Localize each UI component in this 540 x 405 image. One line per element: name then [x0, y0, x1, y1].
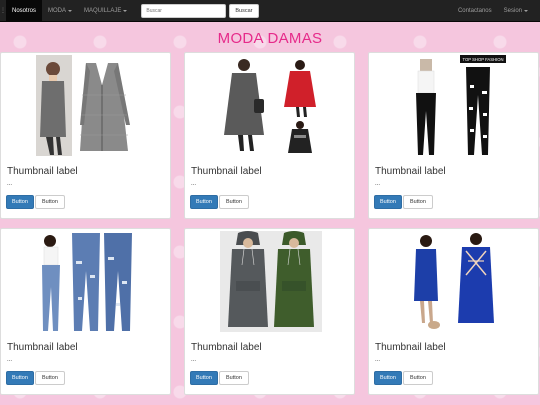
thumbnail-label: Thumbnail label	[191, 166, 262, 177]
primary-button[interactable]: Button	[190, 195, 218, 209]
secondary-button[interactable]: Button	[219, 371, 249, 385]
secondary-button[interactable]: Button	[403, 195, 433, 209]
caret-down-icon	[68, 9, 73, 12]
nav-item-label: Nosotros	[12, 7, 37, 14]
thumbnail-description: ...	[191, 181, 197, 187]
nav-item-label: Contactanos	[457, 7, 492, 14]
nav-item-label: MAQUILLAJE	[84, 7, 122, 14]
nav-item-maquillaje[interactable]: MAQUILLAJE	[78, 0, 133, 22]
product-card: Thumbnail label ... Button Button	[368, 228, 539, 395]
thumbnail-description: ...	[375, 357, 381, 363]
primary-button[interactable]: Button	[6, 371, 34, 385]
nav-item-nosotros[interactable]: Nosotros	[6, 0, 43, 22]
caret-down-icon	[123, 9, 128, 12]
top-navbar: ⋮ Nosotros MODA MAQUILLAJE Buscar Contac…	[0, 0, 540, 22]
product-card: Thumbnail label ... Button Button	[184, 52, 355, 219]
thumbnail-label: Thumbnail label	[191, 342, 262, 353]
product-card: Thumbnail label ... Button Button	[0, 52, 171, 219]
image-caption: TOP SHOP FASHION	[462, 57, 503, 62]
product-card: Thumbnail label ... Button Button	[184, 228, 355, 395]
nav-item-contactanos[interactable]: Contactanos	[452, 0, 498, 22]
nav-item-moda[interactable]: MODA	[42, 0, 78, 22]
product-image-grey-plaid-coat[interactable]	[7, 55, 166, 156]
thumbnail-label: Thumbnail label	[375, 342, 446, 353]
caret-down-icon	[524, 9, 528, 12]
thumbnail-description: ...	[7, 357, 13, 363]
thumbnail-label: Thumbnail label	[7, 342, 78, 353]
product-image-grey-and-red-coats[interactable]	[191, 55, 350, 156]
primary-button[interactable]: Button	[6, 195, 34, 209]
thumbnail-description: ...	[7, 181, 13, 187]
thumbnail-description: ...	[375, 181, 381, 187]
thumbnail-label: Thumbnail label	[7, 166, 78, 177]
product-image-ripped-black-jeans[interactable]: TOP SHOP FASHION	[375, 55, 534, 156]
primary-button[interactable]: Button	[374, 371, 402, 385]
product-image-blue-ripped-jeans[interactable]	[7, 231, 166, 332]
thumbnail-description: ...	[191, 357, 197, 363]
secondary-button[interactable]: Button	[35, 195, 65, 209]
primary-button[interactable]: Button	[374, 195, 402, 209]
primary-button[interactable]: Button	[190, 371, 218, 385]
product-card: TOP SHOP FASHION Thumbnail label ... But…	[368, 52, 539, 219]
search-button[interactable]: Buscar	[229, 3, 259, 18]
search-input[interactable]	[141, 3, 227, 18]
thumbnail-label: Thumbnail label	[375, 166, 446, 177]
secondary-button[interactable]: Button	[219, 195, 249, 209]
product-card: Thumbnail label ... Button Button	[0, 228, 171, 395]
nav-item-label: MODA	[48, 7, 67, 14]
nav-item-sesion[interactable]: Sesion	[498, 0, 534, 22]
product-image-blue-bodycon-dress[interactable]	[375, 231, 534, 332]
page-title: MODA DAMAS	[217, 30, 323, 47]
nav-item-label: Sesion	[503, 7, 522, 14]
secondary-button[interactable]: Button	[403, 371, 433, 385]
secondary-button[interactable]: Button	[35, 371, 65, 385]
product-image-hooded-dresses[interactable]	[191, 231, 350, 332]
